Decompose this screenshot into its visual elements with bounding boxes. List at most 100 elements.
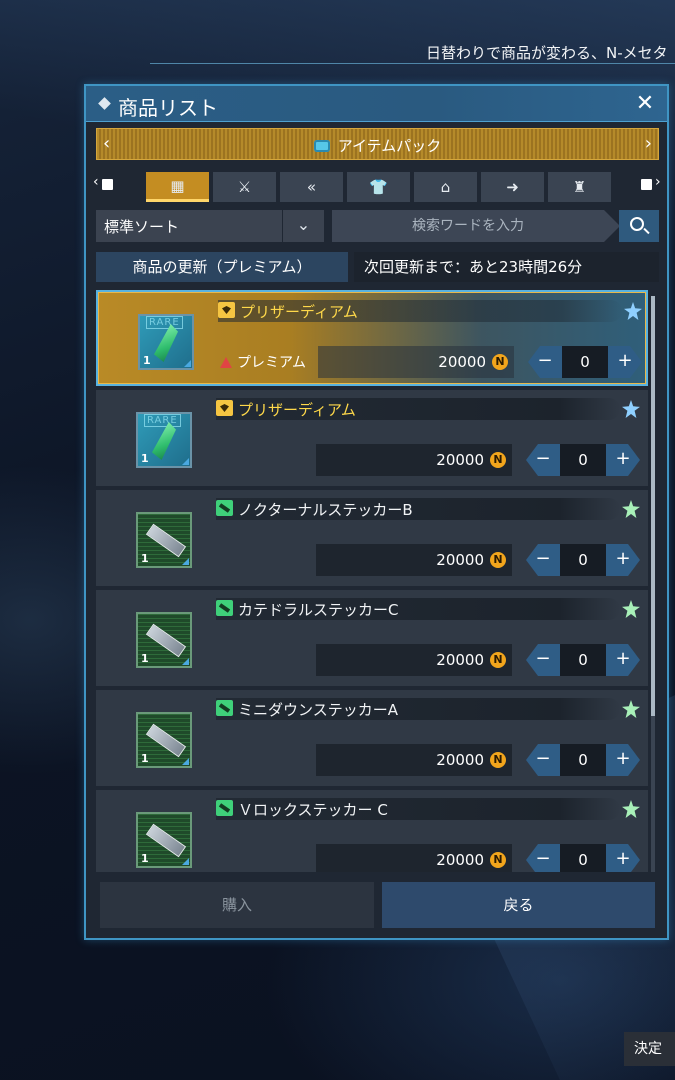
quantity-stepper: −+ [526,644,640,676]
increase-button[interactable]: + [606,844,640,872]
price-box: 20000 N [316,544,512,576]
price-box: 20000 N [316,644,512,676]
rare-tag: RARE [144,414,181,427]
rank-star-icon [622,600,640,618]
refresh-timer: 次回更新まで：あと23時間26分 [354,252,659,282]
confirm-hint: 決定 [624,1032,675,1066]
back-button[interactable]: 戻る [382,882,655,928]
decrease-button[interactable]: − [526,844,560,872]
close-button[interactable]: ✕ [633,92,657,116]
category-next-button[interactable]: › [645,133,652,154]
n-meseta-coin-icon: N [492,354,508,370]
list-scrollbar[interactable] [651,296,655,872]
item-price: 20000 [436,451,484,469]
list-item[interactable]: RARE1プリザーディアム20000N−+ [96,390,648,486]
item-name: カテドラルステッカーC [238,601,399,619]
tab-tag[interactable]: ⌂ [414,172,477,202]
item-name-bar: ミニダウンステッカーA [216,698,620,720]
price-box: 20000 N [316,444,512,476]
chevron-left-icon: ‹ [93,174,99,190]
search-input[interactable] [332,210,604,242]
scroll-thumb[interactable] [651,296,655,716]
n-meseta-coin-icon: N [490,452,506,468]
bumper-l-icon [102,179,113,190]
quantity-stepper: −+ [526,844,640,872]
title-diamond-icon [98,97,111,110]
rare-tag: RARE [146,316,183,329]
tab-costume[interactable]: 👕 [347,172,410,202]
quantity-input[interactable] [560,444,606,476]
tab-arrow-sign[interactable]: ➜ [481,172,544,202]
quantity-stepper: −+ [526,444,640,476]
decrease-button[interactable]: − [528,346,562,378]
search-button[interactable] [619,210,659,242]
premium-label: プレミアム [237,355,307,371]
tab-all[interactable]: ▦ [146,172,209,202]
item-thumbnail: 1 [136,712,192,768]
thumbnail-quantity: 1 [141,452,149,465]
search-icon [630,217,644,231]
decrease-button[interactable]: − [526,444,560,476]
item-thumbnail: 1 [136,612,192,668]
n-meseta-coin-icon: N [490,552,506,568]
buy-button[interactable]: 購入 [100,882,374,928]
tab-motion[interactable]: « [280,172,343,202]
quantity-stepper: −+ [526,544,640,576]
premium-tag: プレミアム [220,352,306,372]
decrease-button[interactable]: − [526,644,560,676]
item-pack-icon [313,140,330,152]
shop-item-list-window: 商品リスト ✕ ‹ アイテムパック › ‹ ▦ ⚔ « 👕 ⌂ ➜ ♜ › 標準… [84,84,669,940]
item-price: 20000 [438,353,486,371]
list-item[interactable]: 1 ミニダウンステッカーA 20000N− + [96,690,648,786]
increase-button[interactable]: + [606,444,640,476]
corner-marker [184,360,191,367]
category-label: アイテムパック [337,137,442,155]
news-ticker: 日替わりで商品が変わる、N-メセタ [150,40,675,64]
price-box: 20000 N [316,744,512,776]
quantity-input[interactable] [560,644,606,676]
filter-prev-button[interactable]: ‹ [93,174,113,192]
refresh-premium-label[interactable]: 商品の更新（プレミアム） [96,252,348,282]
decrease-button[interactable]: − [526,744,560,776]
list-item[interactable]: 1ノクターナルステッカーB20000N−+ [96,490,648,586]
increase-button[interactable]: + [606,744,640,776]
thumbnail-quantity: 1 [141,852,149,865]
window-title: 商品リスト [118,96,218,120]
list-item[interactable]: RARE1プリザーディアムプレミアム20000N−+ [96,290,648,386]
n-meseta-coin-icon: N [490,852,506,868]
category-current: アイテムパック [97,135,658,156]
sort-select[interactable]: 標準ソート ⌄ [96,210,324,242]
increase-button[interactable]: + [606,544,640,576]
corner-marker [182,758,189,765]
search-icon-handle [643,227,650,235]
increase-button[interactable]: + [606,644,640,676]
quantity-input[interactable] [560,544,606,576]
tab-weapon[interactable]: ⚔ [213,172,276,202]
n-meseta-coin-icon: N [490,752,506,768]
item-thumbnail: 1 [136,812,192,868]
rank-star-icon [622,500,640,518]
list-item[interactable]: 1Ｖロックステッカー C20000N−+ [96,790,648,872]
filter-next-button[interactable]: › [641,174,661,192]
warning-triangle-icon [220,357,232,368]
item-name-bar: プリザーディアム [216,398,620,420]
corner-marker [182,458,189,465]
item-name: ミニダウンステッカーA [238,701,398,719]
crystal-icon [152,422,176,460]
quantity-input[interactable] [560,744,606,776]
increase-button[interactable]: + [608,346,642,378]
ticker-text: 日替わりで商品が変わる、N-メセタ [426,44,668,62]
list-item[interactable]: 1カテドラルステッカーC20000N−+ [96,590,648,686]
quantity-input[interactable] [562,346,608,378]
thumbnail-quantity: 1 [141,652,149,665]
decrease-button[interactable]: − [526,544,560,576]
tab-bag[interactable]: ♜ [548,172,611,202]
sticker-icon [145,723,187,758]
price-box: 20000 N [318,346,514,378]
item-price: 20000 [436,551,484,569]
gem-type-icon [216,400,233,416]
bumper-r-icon [641,179,652,190]
sticker-icon [145,823,187,858]
item-name: プリザーディアム [238,401,356,419]
quantity-input[interactable] [560,844,606,872]
